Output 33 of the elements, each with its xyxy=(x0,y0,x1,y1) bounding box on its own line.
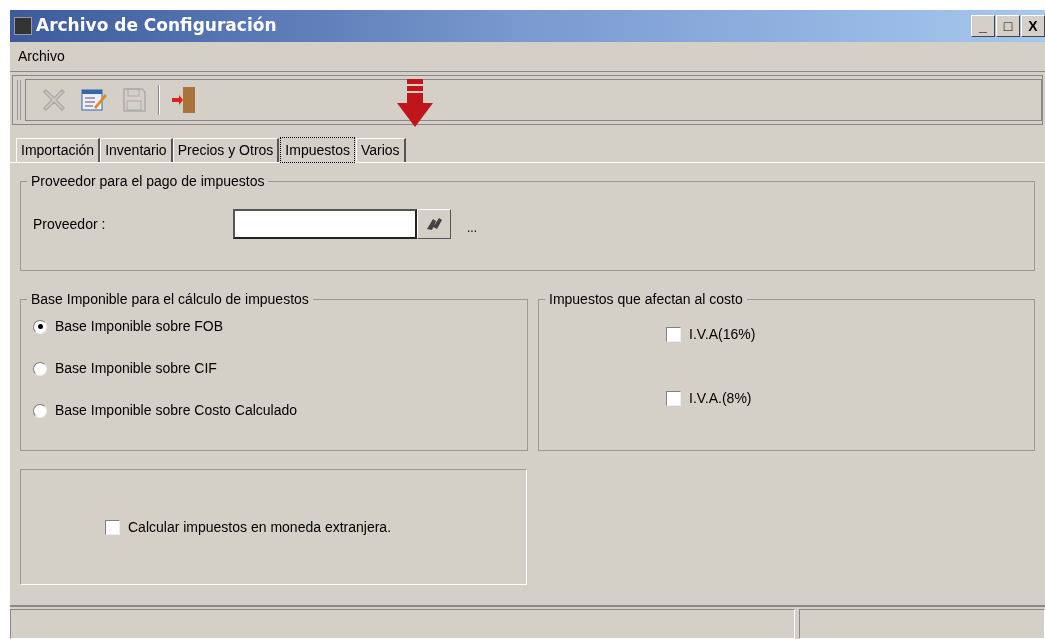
checkbox-label: I.V.A.(8%) xyxy=(689,389,752,408)
window-title: Archivo de Configuración xyxy=(36,14,277,38)
checkbox[interactable] xyxy=(666,327,681,342)
radio-button[interactable] xyxy=(33,319,47,334)
x-icon xyxy=(41,87,67,113)
checkbox-label: Calcular impuestos en moneda extranjera. xyxy=(128,517,392,537)
exit-door-icon xyxy=(171,86,197,114)
tab[interactable]: Impuestos xyxy=(280,137,355,163)
checkbox[interactable] xyxy=(105,519,120,535)
close-button[interactable]: X xyxy=(1021,15,1045,37)
radio-button[interactable] xyxy=(33,403,47,418)
checkbox[interactable] xyxy=(666,391,681,406)
ellipsis-text: ... xyxy=(467,220,477,237)
tab[interactable]: Varios xyxy=(355,138,406,162)
option-label: Base Imponible sobre Costo Calculado xyxy=(55,401,298,420)
tab[interactable]: Importación xyxy=(16,138,101,162)
tab[interactable]: Inventario xyxy=(100,138,173,162)
option-label: Base Imponible sobre CIF xyxy=(55,359,217,378)
pointer-arrow-drawing xyxy=(395,79,435,129)
field-label: Proveedor : xyxy=(33,214,107,234)
menu-item[interactable]: Archivo xyxy=(18,46,65,67)
checkbox-label: I.V.A(16%) xyxy=(689,325,756,344)
group-title: Impuestos que afectan al costo xyxy=(548,290,744,309)
proveedor-field[interactable] xyxy=(233,209,417,239)
radio-button[interactable] xyxy=(33,361,47,376)
app-icon xyxy=(14,17,32,35)
maximize-button[interactable]: □ xyxy=(996,15,1020,37)
minimize-button[interactable]: _ xyxy=(971,15,995,37)
lookup-button[interactable] xyxy=(417,209,451,239)
option-label: Base Imponible sobre FOB xyxy=(55,317,224,336)
group-title: Proveedor para el pago de impuestos xyxy=(30,172,266,191)
edit-document-icon xyxy=(80,87,108,113)
group-title: Base Imponible para el cálculo de impuestos xyxy=(30,290,310,309)
